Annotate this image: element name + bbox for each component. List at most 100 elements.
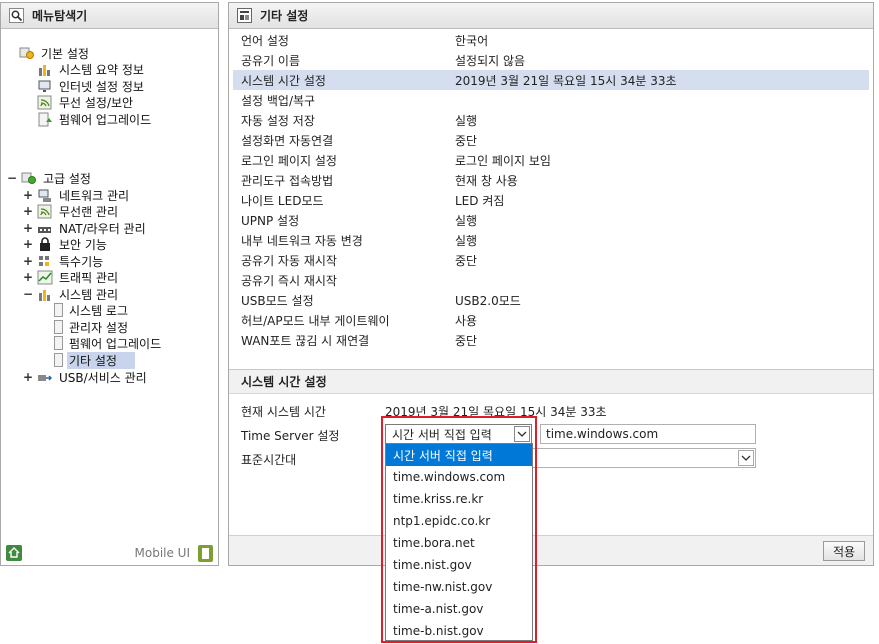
tree-item-label: NAT/라우터 관리	[59, 221, 146, 236]
dropdown-option[interactable]: 시간 서버 직접 입력	[386, 444, 532, 466]
tree-item-firmware-upgrade-basic[interactable]: 펌웨어 업그레이드	[37, 111, 153, 127]
settings-row[interactable]: UPNP 설정 실행	[233, 210, 869, 230]
expand-icon[interactable]: +	[23, 188, 33, 202]
mobile-ui-label[interactable]: Mobile UI	[135, 546, 191, 560]
expand-icon[interactable]: +	[23, 221, 33, 235]
settings-panel: 기타 설정 언어 설정 한국어 공유기 이름 설정되지 않음 시스템 시간 설정 2019…	[228, 2, 874, 566]
settings-row[interactable]: 공유기 자동 재시작 중단	[233, 250, 869, 270]
wireless-icon	[37, 204, 52, 218]
tree-item-wlan[interactable]: + 무선랜 관리	[23, 203, 120, 219]
monitor-icon	[38, 80, 51, 92]
settings-row[interactable]: WAN포트 끊김 시 재연결 중단	[233, 330, 869, 350]
tree-item-admin-settings[interactable]: 관리자 설정	[54, 319, 130, 335]
setting-name: 설정화면 자동연결	[241, 133, 334, 148]
settings-row[interactable]: 허브/AP모드 내부 게이트웨이 사용	[233, 310, 869, 330]
setting-name: 공유기 즉시 재시작	[241, 273, 337, 288]
setting-name: 공유기 자동 재시작	[241, 253, 337, 268]
explorer-footer: Mobile UI	[1, 543, 218, 565]
dropdown-option[interactable]: ntp1.epidc.co.kr	[386, 510, 532, 532]
setting-name: 나이트 LED모드	[241, 193, 324, 208]
apply-button[interactable]: 적용	[823, 541, 865, 561]
tree-item-usb-service[interactable]: + USB/서비스 관리	[23, 369, 149, 385]
settings-row[interactable]: USB모드 설정 USB2.0모드	[233, 290, 869, 310]
dropdown-option[interactable]: time-a.nist.gov	[386, 598, 532, 620]
action-bar: 적용	[229, 535, 873, 565]
tree-item-security[interactable]: + 보안 기능	[23, 236, 109, 252]
setting-name: 허브/AP모드 내부 게이트웨이	[241, 313, 390, 328]
traffic-chart-icon	[37, 270, 53, 284]
dropdown-option[interactable]: time.windows.com	[386, 466, 532, 488]
settings-row[interactable]: 설정화면 자동연결 중단	[233, 130, 869, 150]
timezone-label: 표준시간대	[241, 453, 297, 467]
setting-value: 현재 창 사용	[455, 173, 518, 188]
expand-icon[interactable]: +	[23, 204, 33, 218]
settings-row[interactable]: 자동 설정 저장 실행	[233, 110, 869, 130]
time-server-label: Time Server 설정	[241, 429, 340, 443]
tree-item-label: 시스템 로그	[69, 303, 129, 318]
collapse-icon[interactable]: −	[23, 287, 33, 301]
tree-item-label: 무선 설정/보안	[59, 95, 134, 110]
setting-value: 로그인 페이지 보임	[455, 153, 551, 168]
tree-item-label: 시스템 요약 정보	[59, 62, 144, 77]
dropdown-option[interactable]: time-nw.nist.gov	[386, 576, 532, 598]
mobile-phone-icon[interactable]	[198, 545, 213, 562]
settings-row[interactable]: 관리도구 접속방법 현재 창 사용	[233, 170, 869, 190]
chevron-down-icon[interactable]	[738, 450, 754, 466]
settings-row[interactable]: 공유기 이름 설정되지 않음	[233, 50, 869, 70]
settings-row[interactable]: 로그인 페이지 설정 로그인 페이지 보임	[233, 150, 869, 170]
tree-item-label: 인터넷 설정 정보	[59, 79, 144, 94]
settings-row[interactable]: 내부 네트워크 자동 변경 실행	[233, 230, 869, 250]
chevron-down-icon[interactable]	[514, 426, 530, 442]
tree-item-other-settings[interactable]: 기타 설정	[54, 351, 135, 369]
setting-name: 관리도구 접속방법	[241, 173, 334, 188]
current-time-label: 현재 시스템 시간	[241, 405, 326, 419]
tree-item-internet-info[interactable]: 인터넷 설정 정보	[37, 78, 146, 94]
dropdown-option[interactable]: time.kriss.re.kr	[386, 488, 532, 510]
tree-item-label: 관리자 설정	[69, 320, 129, 335]
settings-row[interactable]: 나이트 LED모드 LED 켜짐	[233, 190, 869, 210]
tree-item-label: 무선랜 관리	[59, 204, 119, 219]
settings-row[interactable]: 공유기 즉시 재시작	[233, 270, 869, 290]
time-server-input[interactable]	[540, 424, 756, 444]
search-icon	[9, 8, 24, 23]
tree-item-nat-router[interactable]: + NAT/라우터 관리	[23, 220, 148, 236]
settings-row[interactable]: 설정 백업/복구	[233, 90, 869, 110]
collapse-icon[interactable]: −	[7, 171, 17, 185]
settings-group-icon	[19, 47, 34, 59]
setting-value: 한국어	[455, 33, 489, 48]
document-icon	[54, 303, 63, 317]
tree-item-system-log[interactable]: 시스템 로그	[54, 302, 130, 318]
tree-item-special[interactable]: + 특수기능	[23, 253, 105, 269]
setting-name: 내부 네트워크 자동 변경	[241, 233, 363, 248]
settings-row[interactable]: 시스템 시간 설정 2019년 3월 21일 목요일 15시 34분 33초	[233, 70, 869, 90]
tree-item-system-management[interactable]: − 시스템 관리	[23, 286, 120, 302]
tree-item-label: 펌웨어 업그레이드	[69, 336, 162, 351]
dropdown-option[interactable]: time.nist.gov	[386, 554, 532, 576]
expand-icon[interactable]: +	[23, 370, 33, 384]
setting-value: 실행	[455, 113, 478, 128]
setting-name: 자동 설정 저장	[241, 113, 315, 128]
time-server-selected-value: 시간 서버 직접 입력	[392, 427, 492, 442]
setting-value: 실행	[455, 213, 478, 228]
tree-item-firmware-upgrade[interactable]: 펌웨어 업그레이드	[54, 335, 163, 351]
tree-group-advanced[interactable]: − 고급 설정	[7, 170, 93, 186]
settings-row[interactable]: 언어 설정 한국어	[233, 30, 869, 50]
time-server-select[interactable]: 시간 서버 직접 입력	[385, 424, 532, 444]
dropdown-option[interactable]: time-b.nist.gov	[386, 620, 532, 642]
tree-item-traffic[interactable]: + 트래픽 관리	[23, 269, 120, 285]
tree-item-label: 펌웨어 업그레이드	[59, 112, 152, 127]
document-icon	[54, 320, 63, 334]
lock-icon	[40, 236, 50, 251]
expand-icon[interactable]: +	[23, 254, 33, 268]
tree-item-wireless-security[interactable]: 무선 설정/보안	[37, 94, 135, 110]
firmware-icon	[38, 112, 52, 126]
tree-item-label: 특수기능	[59, 254, 104, 269]
dropdown-option[interactable]: time.bora.net	[386, 532, 532, 554]
tree-group-basic[interactable]: 기본 설정	[19, 45, 91, 61]
expand-icon[interactable]: +	[23, 237, 33, 251]
bar-chart-icon	[39, 289, 50, 301]
tree-item-system-summary[interactable]: 시스템 요약 정보	[37, 61, 146, 77]
tree-item-network[interactable]: + 네트워크 관리	[23, 187, 131, 203]
home-icon[interactable]	[6, 545, 22, 561]
expand-icon[interactable]: +	[23, 270, 33, 284]
